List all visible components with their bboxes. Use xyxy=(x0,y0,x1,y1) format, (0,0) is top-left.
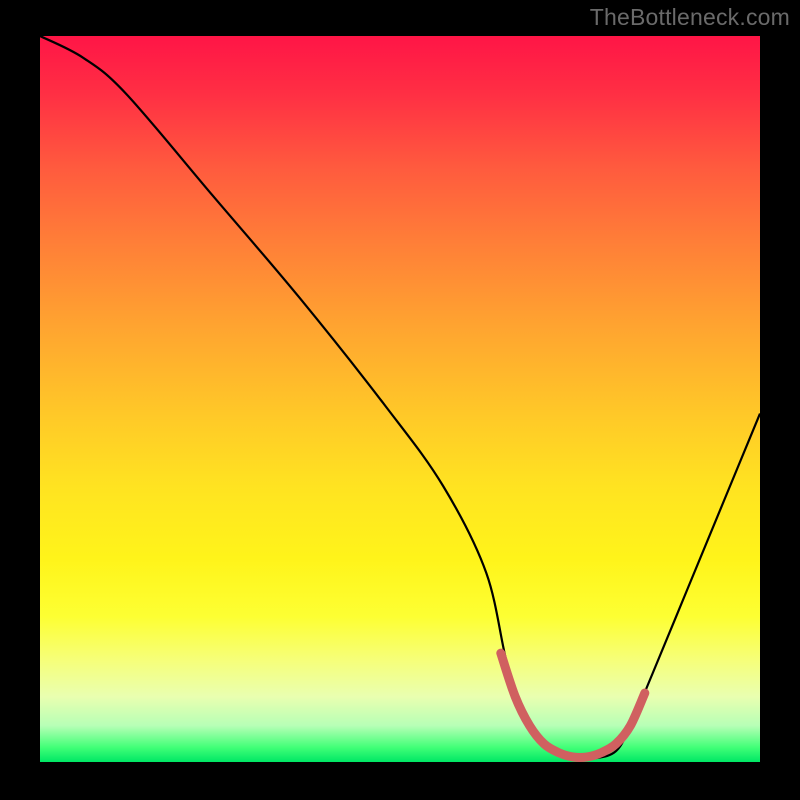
plot-area xyxy=(40,36,760,762)
watermark-text: TheBottleneck.com xyxy=(590,4,790,31)
trough-marker xyxy=(501,653,645,757)
chart-frame: TheBottleneck.com xyxy=(0,0,800,800)
curve-layer xyxy=(40,36,760,762)
bottleneck-curve xyxy=(40,36,760,759)
